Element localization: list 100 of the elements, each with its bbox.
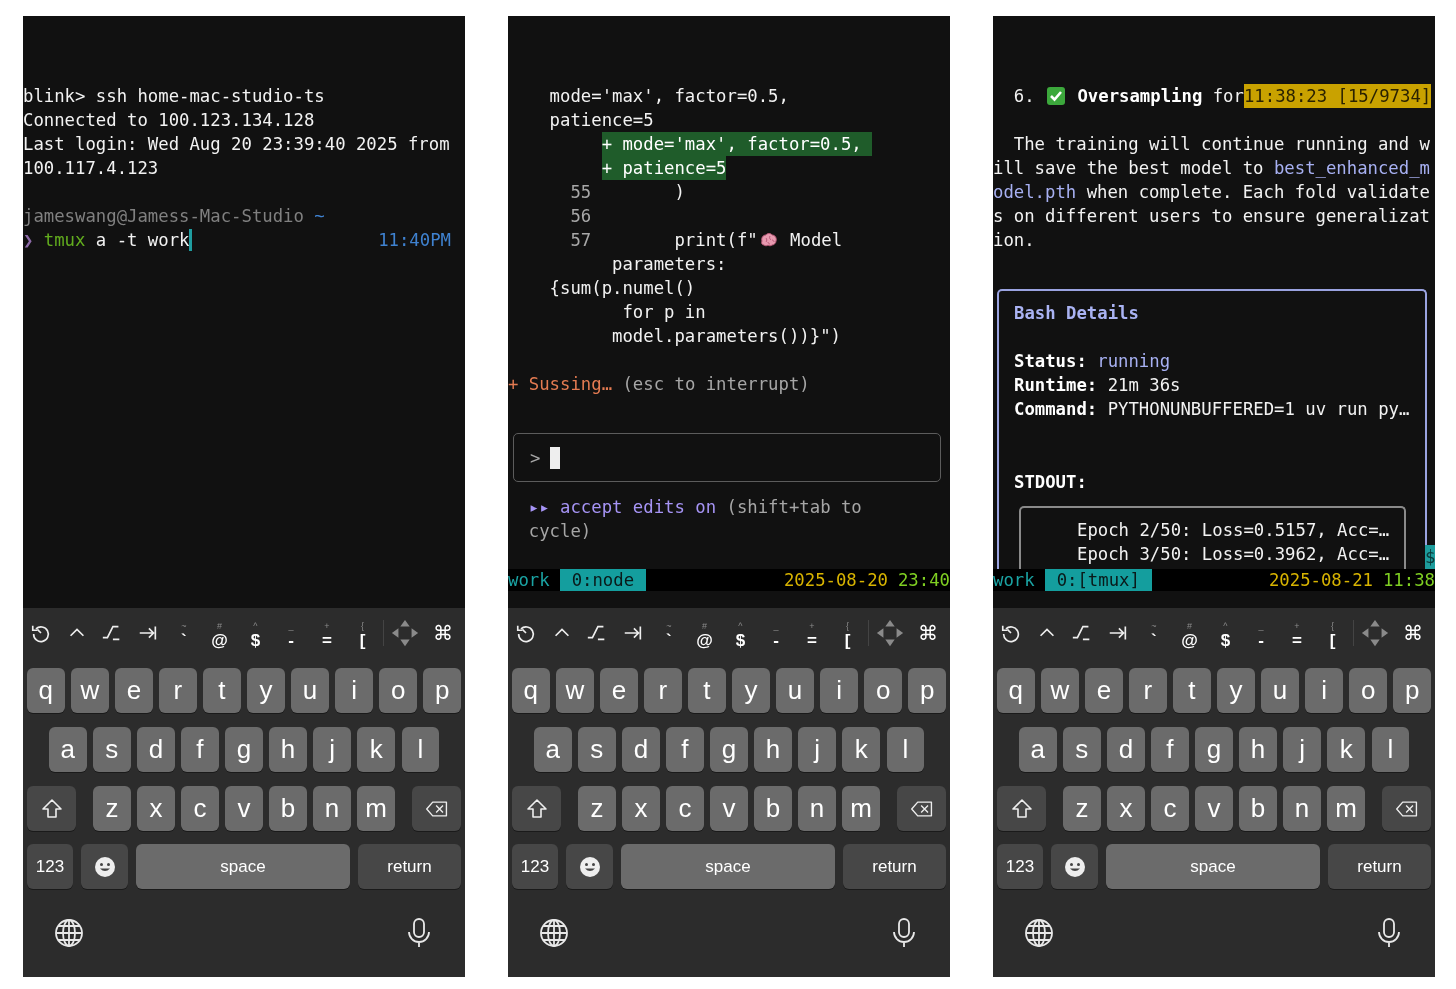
emoji-key[interactable] xyxy=(1051,844,1098,889)
toolbar-key[interactable]: _ - xyxy=(273,615,309,651)
numbers-key[interactable]: 123 xyxy=(512,844,558,889)
letter-key[interactable]: o xyxy=(864,668,902,713)
letter-key[interactable]: r xyxy=(1129,668,1167,713)
letter-key[interactable]: w xyxy=(71,668,109,713)
space-key[interactable]: space xyxy=(136,844,350,889)
toolbar-key[interactable]: ~ ` xyxy=(651,615,687,651)
shift-key[interactable] xyxy=(27,786,76,831)
numbers-key[interactable]: 123 xyxy=(997,844,1043,889)
return-key[interactable]: return xyxy=(1328,844,1431,889)
letter-key[interactable]: h xyxy=(754,727,792,772)
toolbar-key[interactable]: # @ xyxy=(1171,615,1208,651)
letter-key[interactable]: i xyxy=(335,668,373,713)
window-tab[interactable]: 0:[tmux] xyxy=(1044,569,1152,591)
toolbar-key[interactable]: # @ xyxy=(686,615,723,651)
delete-key[interactable] xyxy=(1382,786,1431,831)
toolbar-key[interactable]: ^ $ xyxy=(1207,615,1244,651)
letter-key[interactable]: p xyxy=(908,668,946,713)
letter-key[interactable]: d xyxy=(622,727,660,772)
letter-key[interactable]: r xyxy=(644,668,682,713)
space-key[interactable]: space xyxy=(621,844,835,889)
letter-key[interactable]: b xyxy=(1239,786,1277,831)
letter-key[interactable]: n xyxy=(1283,786,1321,831)
globe-icon[interactable] xyxy=(538,917,570,949)
letter-key[interactable]: s xyxy=(578,727,616,772)
delete-key[interactable] xyxy=(412,786,461,831)
globe-icon[interactable] xyxy=(1023,917,1055,949)
letter-key[interactable]: l xyxy=(1371,727,1410,772)
letter-key[interactable]: v xyxy=(1195,786,1233,831)
letter-key[interactable]: c xyxy=(1151,786,1189,831)
letter-key[interactable]: a xyxy=(1019,727,1057,772)
command-key[interactable]: ⌘ xyxy=(910,615,946,651)
letter-key[interactable]: r xyxy=(159,668,197,713)
letter-key[interactable]: h xyxy=(1239,727,1277,772)
letter-key[interactable]: u xyxy=(1261,668,1299,713)
letter-key[interactable]: q xyxy=(512,668,550,713)
letter-key[interactable]: f xyxy=(1151,727,1189,772)
letter-key[interactable]: w xyxy=(556,668,594,713)
letter-key[interactable]: u xyxy=(291,668,329,713)
letter-key[interactable]: g xyxy=(710,727,748,772)
toolbar-key[interactable]: ^ $ xyxy=(722,615,759,651)
letter-key[interactable]: f xyxy=(181,727,219,772)
toolbar-key[interactable]: _ - xyxy=(1243,615,1279,651)
letter-key[interactable]: a xyxy=(49,727,87,772)
toolbar-key[interactable]: { [ xyxy=(344,615,381,651)
letter-key[interactable]: g xyxy=(1195,727,1233,772)
shift-key[interactable] xyxy=(997,786,1046,831)
letter-key[interactable]: b xyxy=(754,786,792,831)
letter-key[interactable]: n xyxy=(313,786,351,831)
letter-key[interactable]: z xyxy=(1063,786,1101,831)
letter-key[interactable]: s xyxy=(93,727,131,772)
toolbar-key[interactable]: ~ ` xyxy=(166,615,202,651)
letter-key[interactable]: q xyxy=(997,668,1035,713)
letter-key[interactable]: i xyxy=(1305,668,1343,713)
letter-key[interactable]: k xyxy=(842,727,880,772)
return-key[interactable]: return xyxy=(358,844,461,889)
letter-key[interactable]: k xyxy=(357,727,395,772)
letter-key[interactable]: o xyxy=(379,668,417,713)
letter-key[interactable]: p xyxy=(423,668,461,713)
letter-key[interactable]: c xyxy=(181,786,219,831)
delete-key[interactable] xyxy=(897,786,946,831)
letter-key[interactable]: j xyxy=(798,727,836,772)
letter-key[interactable]: b xyxy=(269,786,307,831)
letter-key[interactable]: g xyxy=(225,727,263,772)
letter-key[interactable]: u xyxy=(776,668,814,713)
letter-key[interactable]: l xyxy=(401,727,440,772)
emoji-key[interactable] xyxy=(81,844,128,889)
letter-key[interactable]: i xyxy=(820,668,858,713)
numbers-key[interactable]: 123 xyxy=(27,844,73,889)
command-key[interactable]: ⌘ xyxy=(425,615,461,651)
letter-key[interactable]: q xyxy=(27,668,65,713)
letter-key[interactable]: x xyxy=(622,786,660,831)
letter-key[interactable]: l xyxy=(886,727,925,772)
letter-key[interactable]: v xyxy=(225,786,263,831)
letter-key[interactable]: s xyxy=(1063,727,1101,772)
letter-key[interactable]: v xyxy=(710,786,748,831)
letter-key[interactable]: k xyxy=(1327,727,1365,772)
letter-key[interactable]: e xyxy=(115,668,153,713)
letter-key[interactable]: n xyxy=(798,786,836,831)
toolbar-key[interactable]: ^ $ xyxy=(237,615,274,651)
letter-key[interactable]: f xyxy=(666,727,704,772)
shift-key[interactable] xyxy=(512,786,561,831)
input-field[interactable]: > xyxy=(513,433,941,482)
letter-key[interactable]: j xyxy=(313,727,351,772)
letter-key[interactable]: d xyxy=(137,727,175,772)
letter-key[interactable]: t xyxy=(203,668,241,713)
letter-key[interactable]: c xyxy=(666,786,704,831)
letter-key[interactable]: y xyxy=(1217,668,1255,713)
letter-key[interactable]: w xyxy=(1041,668,1079,713)
letter-key[interactable]: z xyxy=(578,786,616,831)
letter-key[interactable]: y xyxy=(247,668,285,713)
toolbar-key[interactable]: ~ ` xyxy=(1136,615,1172,651)
letter-key[interactable]: a xyxy=(534,727,572,772)
letter-key[interactable]: y xyxy=(732,668,770,713)
letter-key[interactable]: p xyxy=(1393,668,1431,713)
letter-key[interactable]: t xyxy=(688,668,726,713)
letter-key[interactable]: o xyxy=(1349,668,1387,713)
emoji-key[interactable] xyxy=(566,844,613,889)
letter-key[interactable]: h xyxy=(269,727,307,772)
